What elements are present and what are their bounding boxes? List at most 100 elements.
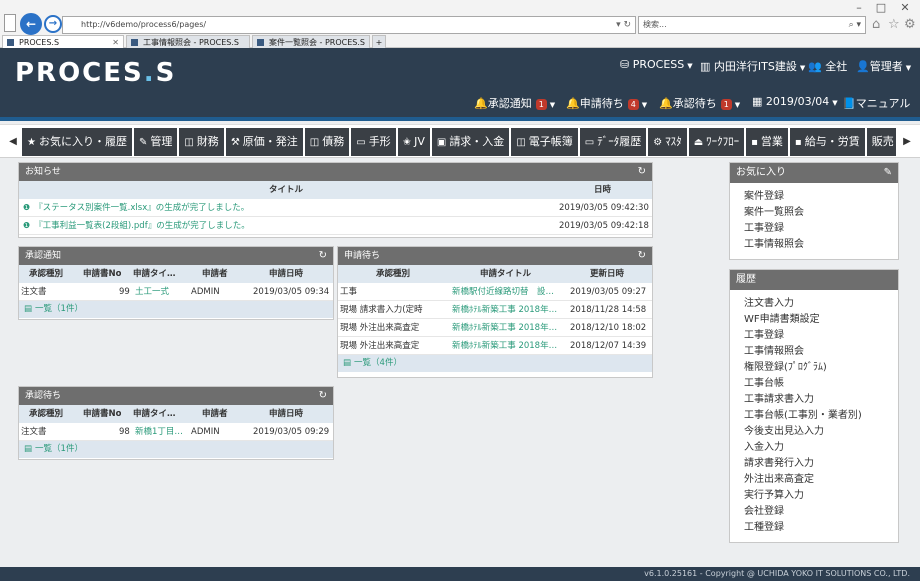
- table-row[interactable]: 現場 外注出来高査定 新橋ﾎﾃﾙ新築工事 2018年… 2018/12/07 1…: [338, 337, 652, 355]
- maximize-icon[interactable]: □: [870, 1, 892, 15]
- chevron-down-icon: ▼: [832, 99, 838, 107]
- favorite-item[interactable]: 工事登録: [744, 221, 898, 237]
- favorites-list: 案件登録 案件一覧照会 工事登録 工事情報照会: [730, 183, 898, 253]
- row-title-link[interactable]: 新橋駅付近線路切替 設…: [452, 283, 564, 301]
- database-icon: ⛁: [620, 58, 633, 71]
- nav-process[interactable]: ⛁ PROCESS ▼: [620, 58, 693, 71]
- notice-row[interactable]: ❶ 『工事利益一覧表(2段組).pdf』の生成が完了しました。 2019/03/0…: [19, 217, 652, 235]
- row-title-link[interactable]: 新橋ﾎﾃﾙ新築工事 2018年…: [452, 337, 564, 355]
- history-item[interactable]: 工事台帳: [744, 376, 898, 392]
- row-title-link[interactable]: 新橋ﾎﾃﾙ新築工事 2018年…: [452, 301, 564, 319]
- card-icon: ▭: [356, 137, 366, 148]
- column-title: タイトル: [269, 185, 304, 195]
- row-title-link[interactable]: 新橋ﾎﾃﾙ新築工事 2018年…: [452, 319, 564, 337]
- table-row[interactable]: 注文書 99 土工一式 ADMIN 2019/03/05 09:34: [19, 283, 333, 301]
- forward-button[interactable]: →: [44, 15, 62, 33]
- tab-label: 工事情報照会 - PROCES.S: [143, 38, 239, 47]
- history-item[interactable]: 工事情報照会: [744, 344, 898, 360]
- menu-scroll-left-icon[interactable]: ◀: [4, 125, 22, 159]
- new-tab-button[interactable]: +: [372, 35, 386, 48]
- browser-search-input[interactable]: 検索... ⌕ ▾: [638, 16, 866, 34]
- monitor-icon: ▭: [584, 137, 595, 148]
- menu-item[interactable]: ◫ 債務: [304, 128, 350, 156]
- list-link[interactable]: ▤ 一覧（1件）: [19, 301, 333, 318]
- notice-date: 2019/03/05 09:42:30: [559, 203, 649, 213]
- history-item[interactable]: 請求書発行入力: [744, 456, 898, 472]
- nav-manual[interactable]: 📘マニュアル: [842, 95, 910, 111]
- close-icon[interactable]: ✕: [894, 1, 916, 15]
- menu-item[interactable]: ✎ 管理: [133, 128, 178, 156]
- history-item[interactable]: 注文書入力: [744, 296, 898, 312]
- address-bar[interactable]: http://v6demo/process6/pages/ ▾ ↻: [62, 16, 636, 34]
- menu-item[interactable]: ▪ 営業: [746, 128, 788, 156]
- menu-item[interactable]: ▪ 給与・労賃: [789, 128, 865, 156]
- history-item[interactable]: 工事請求書入力: [744, 392, 898, 408]
- history-item[interactable]: 工事台帳(工事別・業者別): [744, 408, 898, 424]
- history-item[interactable]: 今後支出見込入力: [744, 424, 898, 440]
- nav-company[interactable]: ▥ 内田洋行ITS建設 ▼: [700, 58, 805, 74]
- menu-item[interactable]: ⚙ ﾏｽﾀ: [648, 128, 687, 156]
- refresh-icon[interactable]: ▾ ↻: [616, 17, 631, 33]
- menu-item-label: 財務: [196, 135, 219, 148]
- nav-pending-apply[interactable]: 🔔申請待ち 4 ▼: [566, 95, 647, 111]
- history-item[interactable]: 工種登録: [744, 520, 898, 536]
- nav-pending-approval[interactable]: 🔔承認待ち 1 ▼: [659, 95, 740, 111]
- back-button[interactable]: ←: [20, 13, 42, 35]
- table-row[interactable]: 現場 外注出来高査定 新橋ﾎﾃﾙ新築工事 2018年… 2018/12/10 1…: [338, 319, 652, 337]
- history-item[interactable]: 権限登録(ﾌﾟﾛｸﾞﾗﾑ): [744, 360, 898, 376]
- browser-tab-koji-info[interactable]: 工事情報照会 - PROCES.S: [126, 35, 250, 48]
- menu-item[interactable]: ◫ 電子帳簿: [511, 128, 578, 156]
- menu-item[interactable]: ▣ 請求・入金: [431, 128, 510, 156]
- table-row[interactable]: 工事 新橋駅付近線路切替 設… 2019/03/05 09:27: [338, 283, 652, 301]
- refresh-icon[interactable]: ↻: [638, 247, 646, 265]
- row-title-link[interactable]: 新橋1丁目…: [135, 423, 183, 441]
- settings-icon[interactable]: ⚙: [904, 17, 916, 32]
- favorite-item[interactable]: 案件一覧照会: [744, 205, 898, 221]
- hammer-icon: ⚒: [230, 137, 240, 148]
- favorites-star-icon[interactable]: ☆: [888, 17, 900, 32]
- favorites-panel: お気に入り ✎ 案件登録 案件一覧照会 工事登録 工事情報照会: [729, 162, 899, 260]
- nav-user[interactable]: 👤管理者 ▼: [856, 58, 911, 74]
- notice-row[interactable]: ❶ 『ステータス別案件一覧.xlsx』の生成が完了しました。 2019/03/05…: [19, 199, 652, 217]
- tab-favicon-icon: [257, 39, 264, 46]
- menu-item[interactable]: ✬ JV: [397, 128, 430, 156]
- history-item[interactable]: 会社登録: [744, 504, 898, 520]
- panel-title: 申請待ち ↻: [338, 247, 652, 265]
- menu-scroll-right-icon[interactable]: ▶: [898, 125, 916, 159]
- list-link[interactable]: ▤ 一覧（1件）: [19, 441, 333, 458]
- refresh-icon[interactable]: ↻: [319, 387, 327, 405]
- history-item[interactable]: 外注出来高査定: [744, 472, 898, 488]
- nav-date[interactable]: ▦ 2019/03/04 ▼: [752, 95, 838, 108]
- menu-item-label: 電子帳簿: [528, 135, 573, 148]
- browser-tab-process[interactable]: PROCES.S ✕: [2, 35, 124, 48]
- menu-item[interactable]: 販売: [866, 128, 896, 156]
- menu-item[interactable]: ⚒ 原価・発注: [225, 128, 303, 156]
- history-item[interactable]: WF申請書類設定: [744, 312, 898, 328]
- nav-approval-notice[interactable]: 🔔承認通知 1 ▼: [474, 95, 555, 111]
- refresh-icon[interactable]: ↻: [319, 247, 327, 265]
- history-item[interactable]: 工事登録: [744, 328, 898, 344]
- history-item[interactable]: 実行予算入力: [744, 488, 898, 504]
- nav-scope[interactable]: 👥 全社: [808, 58, 847, 74]
- menu-item-label: ﾏｽﾀ: [665, 135, 682, 148]
- refresh-icon[interactable]: ↻: [638, 163, 646, 181]
- browser-tab-anken-list[interactable]: 案件一覧照会 - PROCES.S: [252, 35, 370, 48]
- minimize-icon[interactable]: –: [848, 1, 870, 15]
- table-row[interactable]: 現場 請求書入力(定時 新橋ﾎﾃﾙ新築工事 2018年… 2018/11/28 …: [338, 301, 652, 319]
- list-link[interactable]: ▤ 一覧（4件）: [338, 355, 652, 372]
- row-title-link[interactable]: 土工一式: [135, 283, 169, 301]
- favorite-item[interactable]: 案件登録: [744, 189, 898, 205]
- menu-item-label: 手形: [368, 135, 391, 148]
- menu-item-label: 営業: [760, 135, 783, 148]
- menu-item[interactable]: ▭ ﾃﾞｰﾀ履歴: [579, 128, 647, 156]
- home-icon[interactable]: ⌂: [872, 17, 880, 32]
- search-icon[interactable]: ⌕ ▾: [849, 17, 861, 33]
- menu-item[interactable]: ▭ 手形: [351, 128, 396, 156]
- favorite-item[interactable]: 工事情報照会: [744, 237, 898, 253]
- history-item[interactable]: 入金入力: [744, 440, 898, 456]
- menu-item[interactable]: ★ お気に入り・履歴: [22, 128, 132, 156]
- menu-item[interactable]: ⏏ ﾜｰｸﾌﾛｰ: [688, 128, 745, 156]
- table-row[interactable]: 注文書 98 新橋1丁目… ADMIN 2019/03/05 09:29: [19, 423, 333, 441]
- menu-item[interactable]: ◫ 財務: [179, 128, 224, 156]
- pencil-icon[interactable]: ✎: [884, 163, 892, 183]
